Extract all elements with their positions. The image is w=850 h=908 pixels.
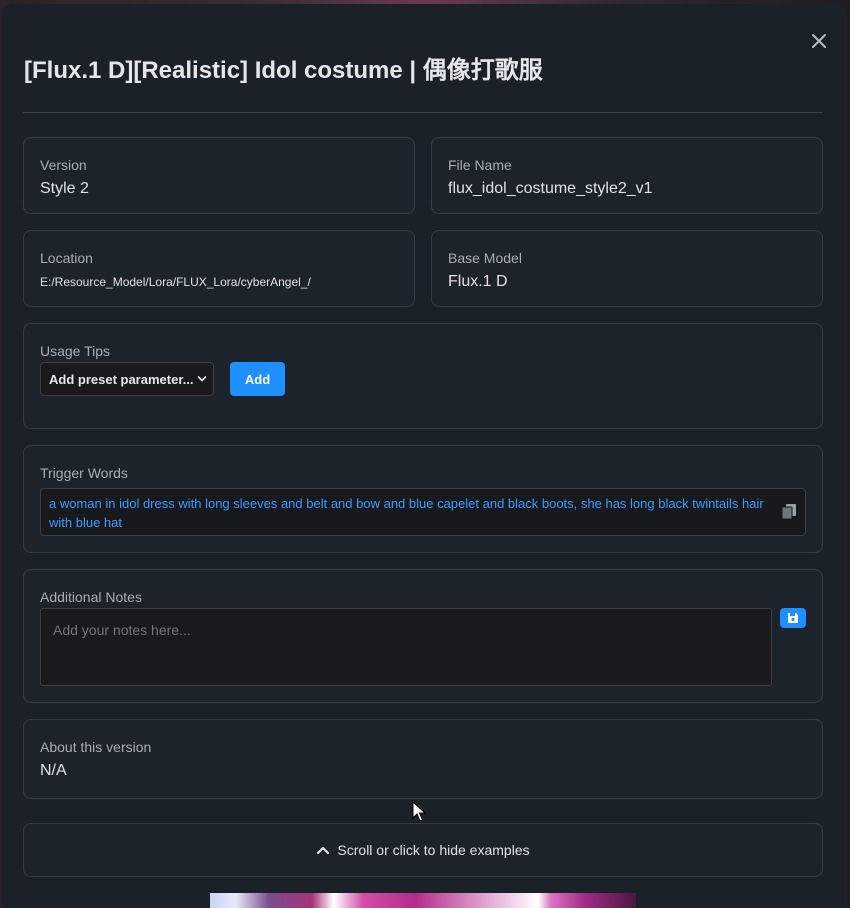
add-preset-button[interactable]: Add (230, 362, 285, 396)
usage-tips-label: Usage Tips (40, 343, 111, 359)
save-notes-button[interactable] (780, 608, 806, 628)
title-divider (23, 112, 823, 113)
base-model-value: Flux.1 D (448, 273, 508, 290)
close-button[interactable] (808, 30, 830, 52)
trigger-words-label: Trigger Words (40, 465, 128, 481)
chevron-up-icon (317, 846, 330, 855)
preset-parameter-select-value: Add preset parameter... (49, 372, 194, 387)
trigger-words-card: Trigger Words a woman in idol dress with… (23, 445, 823, 553)
hide-examples-content: Scroll or click to hide examples (24, 824, 822, 876)
location-label: Location (40, 250, 93, 266)
trigger-words-box[interactable]: a woman in idol dress with long sleeves … (40, 488, 806, 536)
version-value: Style 2 (40, 180, 89, 197)
file-name-label: File Name (448, 157, 512, 173)
file-name-value: flux_idol_costume_style2_v1 (448, 180, 653, 197)
chevron-down-icon (197, 376, 207, 382)
version-label: Version (40, 157, 87, 173)
preset-parameter-select[interactable]: Add preset parameter... (40, 362, 214, 396)
file-name-card: File Name flux_idol_costume_style2_v1 (431, 137, 823, 214)
additional-notes-card: Additional Notes (23, 569, 823, 703)
about-version-label: About this version (40, 739, 152, 755)
about-version-value: N/A (40, 762, 67, 779)
copy-icon[interactable] (781, 503, 797, 520)
hide-examples-toggle[interactable]: Scroll or click to hide examples (23, 823, 823, 877)
notes-textarea[interactable] (40, 608, 772, 686)
modal-title: [Flux.1 D][Realistic] Idol costume | 偶像打… (24, 57, 543, 84)
usage-tips-card: Usage Tips Add preset parameter... Add (23, 323, 823, 429)
save-icon (788, 613, 798, 623)
hide-examples-label: Scroll or click to hide examples (337, 842, 530, 858)
example-image-preview[interactable] (210, 893, 636, 908)
close-icon (812, 34, 826, 48)
about-version-card: About this version N/A (23, 719, 823, 799)
base-model-card: Base Model Flux.1 D (431, 230, 823, 307)
mouse-cursor-icon (412, 801, 426, 822)
base-model-label: Base Model (448, 250, 522, 266)
location-card: Location E:/Resource_Model/Lora/FLUX_Lor… (23, 230, 415, 307)
model-details-modal: [Flux.1 D][Realistic] Idol costume | 偶像打… (2, 4, 846, 908)
additional-notes-label: Additional Notes (40, 589, 142, 605)
trigger-words-text[interactable]: a woman in idol dress with long sleeves … (49, 496, 764, 530)
version-card: Version Style 2 (23, 137, 415, 214)
location-value: E:/Resource_Model/Lora/FLUX_Lora/cyberAn… (40, 275, 311, 289)
